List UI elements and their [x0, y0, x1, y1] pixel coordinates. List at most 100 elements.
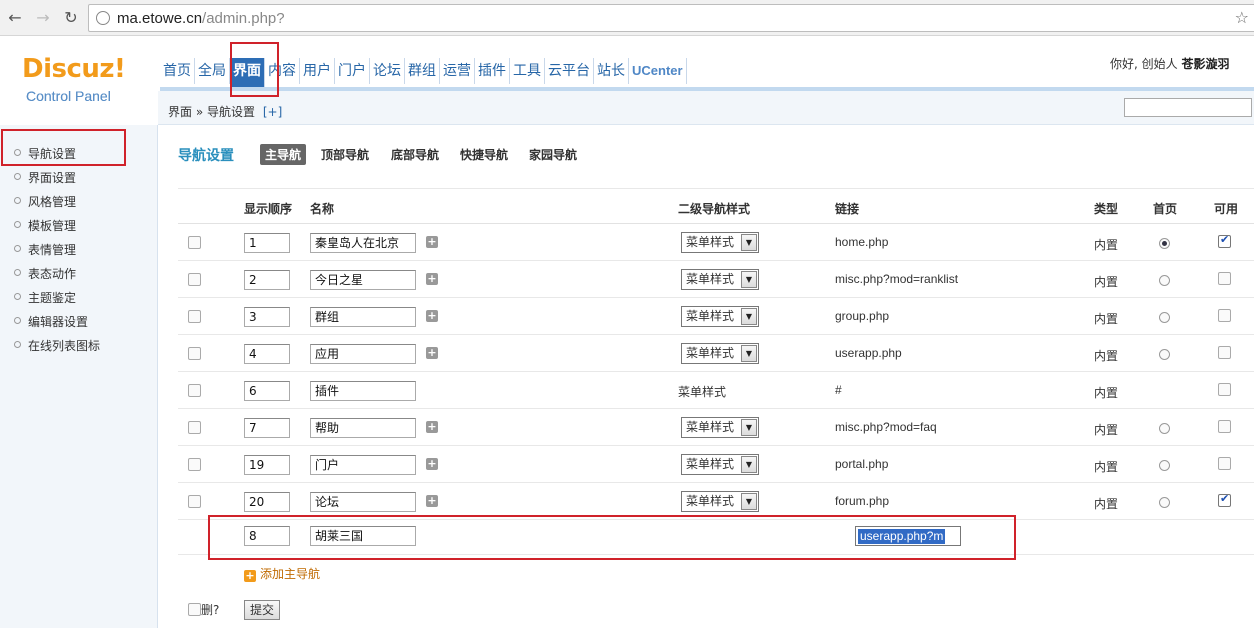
row-checkbox[interactable] [188, 421, 201, 434]
enabled-checkbox[interactable] [1218, 383, 1231, 396]
name-input[interactable]: 帮助 [310, 418, 416, 438]
style-select[interactable]: 菜单样式 ▼ [681, 232, 759, 253]
home-radio[interactable] [1159, 238, 1170, 249]
add-subnav-icon[interactable]: + [426, 347, 438, 359]
topnav-item[interactable]: 首页 [160, 58, 195, 84]
name-input[interactable]: 门户 [310, 455, 416, 475]
user-greeting: 你好, 创始人 苍影漩羽 [1110, 57, 1230, 71]
order-input[interactable]: 6 [244, 381, 290, 401]
style-select[interactable]: 菜单样式 ▼ [681, 491, 759, 512]
nav-tab[interactable]: 家园导航 [524, 144, 582, 165]
enabled-checkbox[interactable] [1218, 457, 1231, 470]
back-icon[interactable]: ← [4, 7, 26, 29]
nav-tab[interactable]: 主导航 [260, 144, 307, 165]
reload-icon[interactable]: ↻ [60, 7, 82, 29]
add-subnav-icon[interactable]: + [426, 458, 438, 470]
sidebar-item[interactable]: 模板管理 [14, 217, 76, 234]
home-radio[interactable] [1159, 312, 1170, 323]
add-subnav-icon[interactable]: + [426, 421, 438, 433]
enabled-checkbox[interactable] [1218, 420, 1231, 433]
nav-tab[interactable]: 顶部导航 [316, 144, 374, 165]
topnav-item[interactable]: 运营 [440, 58, 475, 84]
type-text: 内置 [1094, 460, 1119, 474]
topnav-item[interactable]: 插件 [475, 58, 510, 84]
sidebar-item[interactable]: 编辑器设置 [14, 313, 88, 330]
topnav-item[interactable]: 全局 [195, 58, 230, 84]
order-input[interactable]: 4 [244, 344, 290, 364]
forward-icon[interactable]: → [32, 7, 54, 29]
topnav-item[interactable]: 用户 [300, 58, 335, 84]
table-row: 2 今日之星 + 菜单样式 ▼ misc.php?mod=ranklist 内置 [178, 261, 1254, 298]
add-main-nav-link[interactable]: + 添加主导航 [244, 565, 320, 582]
address-bar[interactable]: ma.etowe.cn/admin.php? ☆ [88, 4, 1254, 32]
table-row: 19 门户 + 菜单样式 ▼ portal.php 内置 [178, 446, 1254, 483]
home-radio[interactable] [1159, 423, 1170, 434]
delete-toggle[interactable]: 删? [188, 601, 219, 618]
order-input[interactable]: 1 [244, 233, 290, 253]
enabled-checkbox[interactable] [1218, 492, 1231, 507]
home-radio[interactable] [1159, 275, 1170, 286]
sidebar-item[interactable]: 表情管理 [14, 241, 76, 258]
table-row: 6 插件 菜单样式 # 内置 [178, 372, 1254, 409]
topnav-item[interactable]: 门户 [335, 58, 370, 84]
sidebar-item[interactable]: 表态动作 [14, 265, 76, 282]
home-radio[interactable] [1159, 460, 1170, 471]
bookmark-star-icon[interactable]: ☆ [1235, 8, 1249, 27]
row-checkbox[interactable] [188, 273, 201, 286]
name-input[interactable]: 今日之星 [310, 270, 416, 290]
link-text: userapp.php [835, 346, 902, 360]
row-checkbox[interactable] [188, 236, 201, 249]
order-input[interactable]: 20 [244, 492, 290, 512]
username[interactable]: 苍影漩羽 [1181, 57, 1229, 71]
add-subnav-icon[interactable]: + [426, 236, 438, 248]
add-subnav-icon[interactable]: + [426, 310, 438, 322]
style-select[interactable]: 菜单样式 ▼ [681, 343, 759, 364]
breadcrumb-root[interactable]: 界面 [168, 105, 192, 119]
enabled-checkbox[interactable] [1218, 309, 1231, 322]
topnav-item[interactable]: 站长 [594, 58, 629, 84]
add-subnav-icon[interactable]: + [426, 495, 438, 507]
annotation-box-nav [230, 42, 279, 97]
enabled-checkbox[interactable] [1218, 233, 1231, 248]
link-text: group.php [835, 309, 890, 323]
order-input[interactable]: 7 [244, 418, 290, 438]
link-text: # [835, 383, 842, 397]
style-select[interactable]: 菜单样式 ▼ [681, 306, 759, 327]
order-input[interactable]: 3 [244, 307, 290, 327]
sidebar-item[interactable]: 主题鉴定 [14, 289, 76, 306]
row-checkbox[interactable] [188, 458, 201, 471]
order-input[interactable]: 19 [244, 455, 290, 475]
style-select[interactable]: 菜单样式 ▼ [681, 269, 759, 290]
enabled-checkbox[interactable] [1218, 346, 1231, 359]
sidebar-item[interactable]: 在线列表图标 [14, 337, 100, 354]
topnav-item[interactable]: 工具 [510, 58, 545, 84]
row-checkbox[interactable] [188, 347, 201, 360]
home-radio[interactable] [1159, 497, 1170, 508]
submit-button[interactable]: 提交 [244, 600, 280, 620]
row-checkbox[interactable] [188, 310, 201, 323]
enabled-checkbox[interactable] [1218, 272, 1231, 285]
topnav-item[interactable]: 群组 [405, 58, 440, 84]
nav-tab[interactable]: 快捷导航 [455, 144, 513, 165]
style-select[interactable]: 菜单样式 ▼ [681, 454, 759, 475]
style-select[interactable]: 菜单样式 ▼ [681, 417, 759, 438]
topnav-item[interactable]: 云平台 [545, 58, 594, 84]
delete-checkbox[interactable] [188, 603, 201, 616]
topnav-item[interactable]: UCenter [629, 58, 687, 84]
name-input[interactable]: 秦皇岛人在北京 [310, 233, 416, 253]
search-input[interactable] [1124, 98, 1252, 117]
nav-tab[interactable]: 底部导航 [386, 144, 444, 165]
name-input[interactable]: 应用 [310, 344, 416, 364]
name-input[interactable]: 群组 [310, 307, 416, 327]
name-input[interactable]: 插件 [310, 381, 416, 401]
name-input[interactable]: 论坛 [310, 492, 416, 512]
topnav-item[interactable]: 论坛 [370, 58, 405, 84]
sidebar-item[interactable]: 风格管理 [14, 193, 76, 210]
sidebar-item[interactable]: 界面设置 [14, 169, 76, 186]
home-radio[interactable] [1159, 349, 1170, 360]
add-subnav-icon[interactable]: + [426, 273, 438, 285]
row-checkbox[interactable] [188, 384, 201, 397]
order-input[interactable]: 2 [244, 270, 290, 290]
add-shortcut-link[interactable]: [+] [263, 105, 282, 119]
row-checkbox[interactable] [188, 495, 201, 508]
